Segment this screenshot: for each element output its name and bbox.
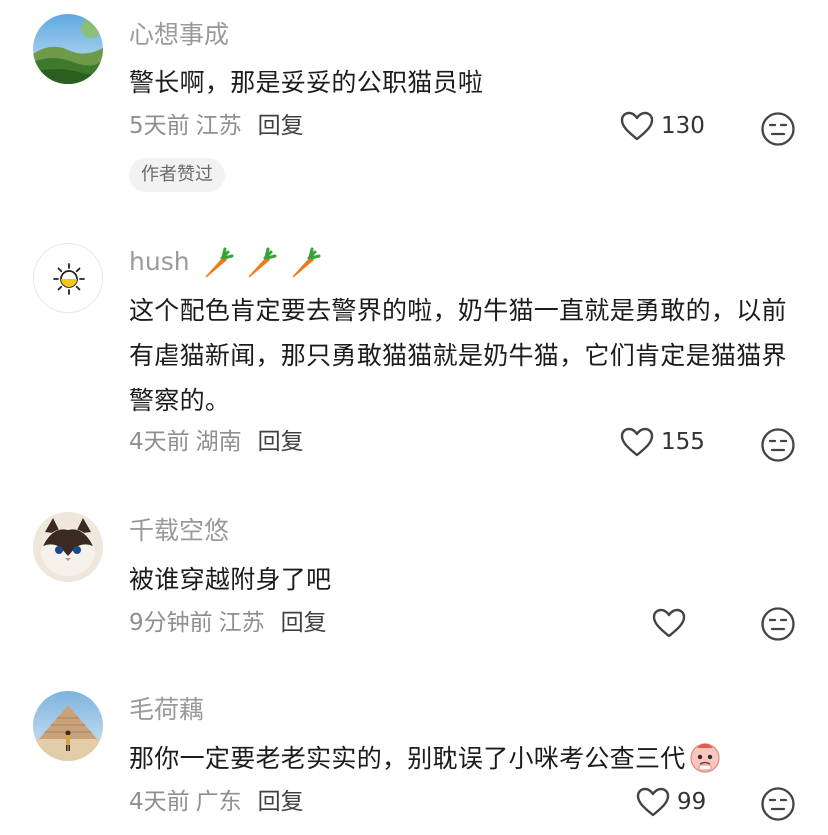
username[interactable]: 心想事成 bbox=[129, 18, 229, 52]
avatar[interactable] bbox=[33, 14, 103, 84]
carrot-icon bbox=[249, 247, 277, 278]
pleading-emoji-icon bbox=[690, 743, 720, 773]
pyramid-avatar-icon bbox=[33, 691, 103, 761]
reply-button[interactable]: 回复 bbox=[258, 789, 304, 815]
reply-button[interactable]: 回复 bbox=[258, 429, 304, 455]
dislike-face-icon[interactable] bbox=[760, 111, 796, 147]
cat-avatar-icon bbox=[33, 512, 103, 582]
comment-time: 9分钟前 bbox=[129, 610, 213, 636]
comment-meta: 4天前 湖南 回复 bbox=[129, 426, 304, 458]
comment-time: 4天前 bbox=[129, 789, 190, 815]
carrot-icon bbox=[293, 247, 321, 278]
comment-meta: 9分钟前 江苏 回复 bbox=[129, 607, 327, 639]
comment-location: 广东 bbox=[195, 789, 242, 815]
avatar[interactable] bbox=[33, 512, 103, 582]
heart-icon bbox=[636, 787, 670, 817]
dislike-face-icon[interactable] bbox=[760, 786, 796, 822]
comment-text: 那你一定要老老实实的，别耽误了小咪考公查三代 bbox=[129, 736, 809, 781]
author-liked-badge: 作者赞过 bbox=[129, 158, 225, 192]
heart-icon bbox=[652, 608, 686, 638]
dislike-face-icon[interactable] bbox=[760, 606, 796, 642]
comment-meta: 5天前 江苏 回复 bbox=[129, 110, 304, 142]
comment-meta: 4天前 广东 回复 bbox=[129, 786, 304, 818]
comment-location: 湖南 bbox=[195, 429, 242, 455]
heart-icon bbox=[620, 111, 654, 141]
avatar[interactable] bbox=[33, 691, 103, 761]
like-button[interactable] bbox=[651, 607, 687, 639]
comment-text: 被谁穿越附身了吧 bbox=[129, 565, 332, 594]
username[interactable]: hush bbox=[129, 245, 321, 280]
comment-time: 5天前 bbox=[129, 113, 190, 139]
like-count: 99 bbox=[677, 789, 707, 815]
heart-icon bbox=[620, 427, 654, 457]
username[interactable]: 毛荷藕 bbox=[129, 693, 204, 727]
username[interactable]: 千载空悠 bbox=[129, 514, 229, 548]
like-count: 155 bbox=[661, 429, 705, 455]
reply-button[interactable]: 回复 bbox=[281, 610, 327, 636]
comment-location: 江苏 bbox=[218, 610, 265, 636]
comment-location: 江苏 bbox=[195, 113, 242, 139]
avatar[interactable] bbox=[33, 243, 103, 313]
comment-text-body: 那你一定要老老实实的，别耽误了小咪考公查三代 bbox=[129, 744, 686, 773]
landscape-avatar-icon bbox=[33, 14, 103, 84]
like-button[interactable]: 99 bbox=[635, 786, 706, 818]
like-button[interactable]: 155 bbox=[619, 426, 705, 458]
comment-time: 4天前 bbox=[129, 429, 190, 455]
username-text: hush bbox=[129, 247, 190, 276]
sun-avatar-icon bbox=[34, 244, 102, 312]
comment-text: 这个配色肯定要去警界的啦，奶牛猫一直就是勇敢的，以前有虐猫新闻，那只勇敢猫猫就是… bbox=[129, 296, 787, 415]
like-count: 130 bbox=[661, 113, 705, 139]
dislike-face-icon[interactable] bbox=[760, 427, 796, 463]
like-button[interactable]: 130 bbox=[619, 110, 705, 142]
reply-button[interactable]: 回复 bbox=[258, 113, 304, 139]
carrot-icon bbox=[205, 247, 234, 278]
comment-text: 警长啊，那是妥妥的公职猫员啦 bbox=[129, 68, 484, 97]
